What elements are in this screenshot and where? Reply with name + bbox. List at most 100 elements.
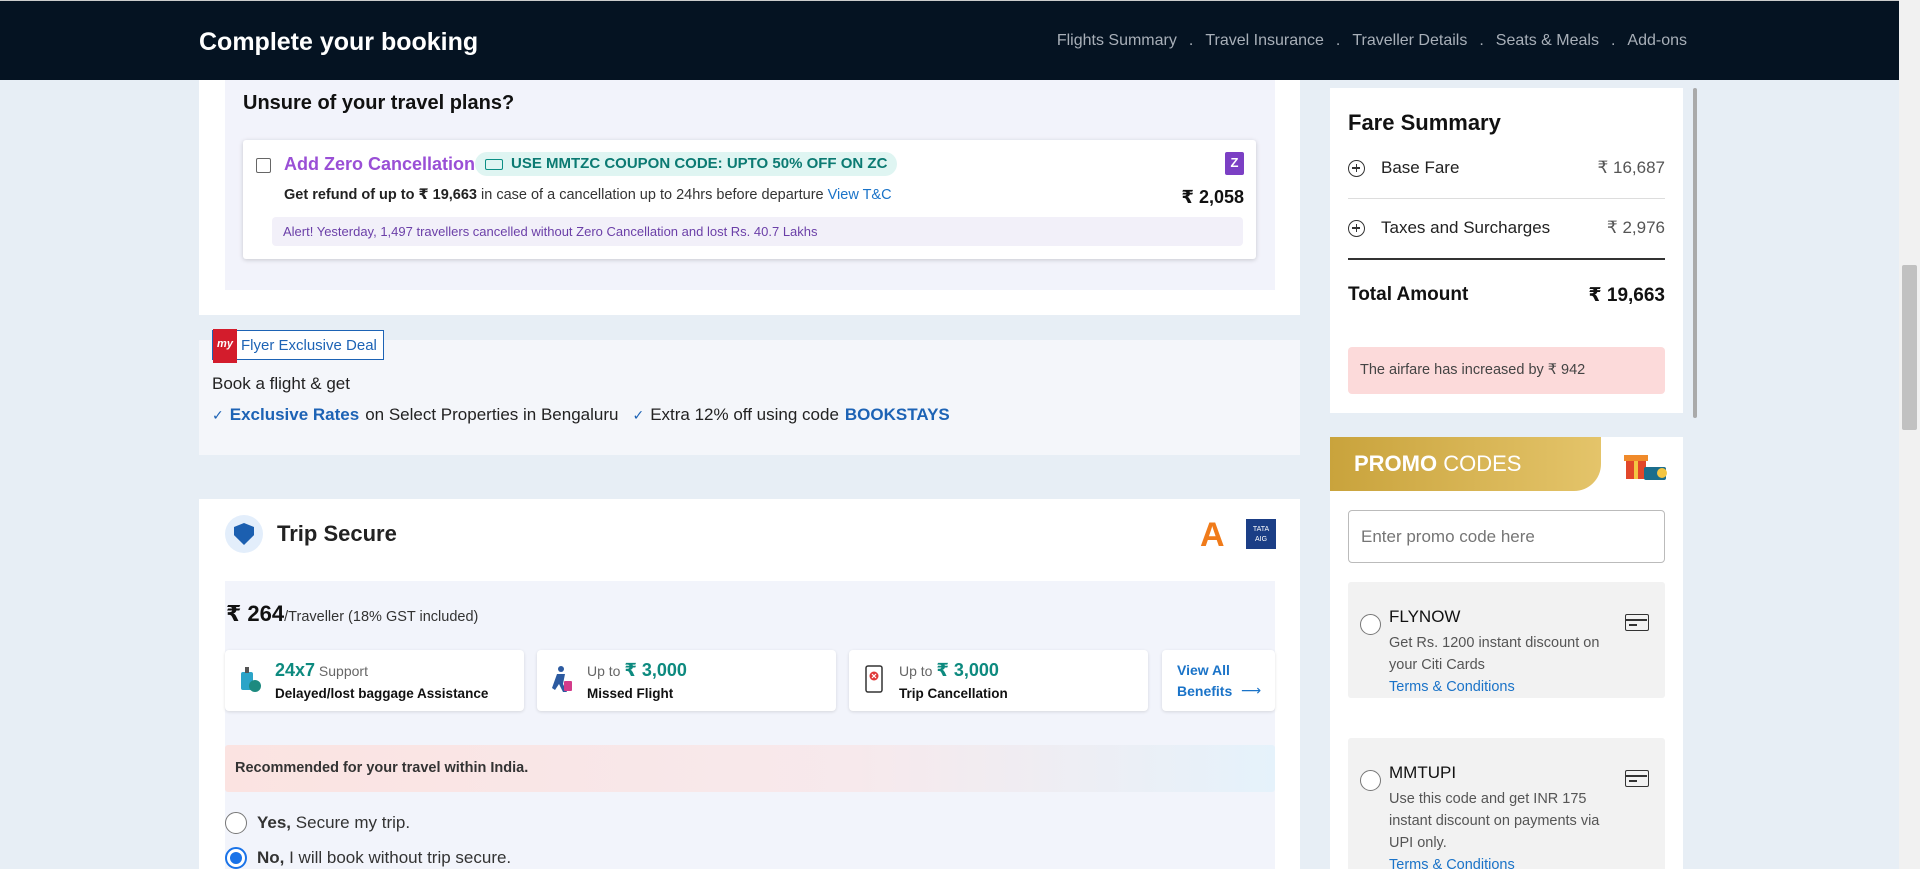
promo-radio[interactable] — [1360, 770, 1381, 791]
view-all-benefits-text: View All Benefits — [1177, 662, 1233, 699]
total-amount: ₹ 19,663 — [1588, 285, 1665, 306]
zc-refund-amount: Get refund of up to ₹ 19,663 — [284, 187, 477, 203]
promo-code-name: MMTUPI — [1389, 763, 1457, 782]
expand-plus-icon[interactable] — [1348, 159, 1365, 177]
trip-secure-no-option[interactable]: No, I will book without trip secure. — [225, 847, 511, 869]
trip-secure-yes-radio[interactable] — [225, 812, 247, 834]
cancelled-ticket-icon — [865, 665, 883, 693]
promo-code-name: FLYNOW — [1389, 607, 1461, 626]
check-icon: ✓ — [632, 406, 645, 423]
trip-secure-yes-option[interactable]: Yes, Secure my trip. — [225, 812, 410, 834]
view-all-benefits-link[interactable]: View All Benefits ⟶ — [1162, 650, 1275, 711]
zc-alert-banner: Alert! Yesterday, 1,497 travellers cance… — [272, 217, 1243, 246]
fare-row-label: Base Fare — [1381, 158, 1460, 177]
trip-secure-no-label: No, I will book without trip secure. — [257, 848, 512, 867]
benefit-value: Up to ₹ 3,000 — [899, 660, 999, 680]
promo-codes-header: PROMO CODES — [1330, 437, 1601, 491]
promo-option-flynow[interactable]: FLYNOW Get Rs. 1200 instant discount on … — [1348, 582, 1665, 698]
fare-increase-notice: The airfare has increased by ₹ 942 — [1348, 347, 1665, 394]
flyer-deal-zigzag-edge — [199, 445, 1300, 465]
zero-cancellation-card[interactable]: Add Zero Cancellation USE MMTZC COUPON C… — [243, 140, 1256, 259]
flyer-deal-item2-text: Extra 12% off using code — [650, 405, 839, 424]
expand-plus-icon[interactable] — [1348, 219, 1365, 237]
trip-secure-yes-label: Yes, Secure my trip. — [257, 813, 411, 832]
benefit-label: Missed Flight — [587, 686, 674, 701]
fare-row-amount: ₹ 16,687 — [1597, 158, 1665, 177]
gift-icon — [1623, 445, 1667, 485]
trip-secure-header: Trip Secure A TATA AIG — [199, 499, 1300, 581]
insurer-logos: A TATA AIG — [1200, 516, 1276, 554]
step-travel-insurance[interactable]: Travel Insurance — [1205, 32, 1324, 50]
flyer-deal-intro: Book a flight & get — [212, 374, 350, 393]
trip-secure-price-amount: ₹ 264 — [226, 601, 285, 626]
promo-radio[interactable] — [1360, 614, 1381, 635]
promo-code-input[interactable] — [1348, 510, 1665, 563]
arrow-right-icon: ⟶ — [1241, 682, 1262, 698]
total-label: Total Amount — [1348, 284, 1469, 305]
acko-logo-icon: A — [1200, 516, 1224, 554]
step-traveller-details[interactable]: Traveller Details — [1352, 32, 1467, 50]
flyer-deal-item1-text: on Select Properties in Bengaluru — [365, 405, 619, 424]
zc-coupon-badge: USE MMTZC COUPON CODE: UPTO 50% OFF ON Z… — [475, 152, 898, 176]
credit-card-icon — [1625, 614, 1649, 631]
zero-cancellation-title[interactable]: Add Zero Cancellation — [284, 154, 475, 175]
benefit-label: Delayed/lost baggage Assistance — [275, 686, 489, 701]
trip-secure-no-radio[interactable] — [225, 847, 247, 869]
page-title: Complete your booking — [199, 28, 479, 56]
header-bar: Complete your booking Flights Summary . … — [0, 0, 1899, 80]
flyer-deal-promo-code: BOOKSTAYS — [844, 405, 950, 424]
zc-refund-condition: in case of a cancellation up to 24hrs be… — [476, 187, 828, 203]
trip-secure-title: Trip Secure — [277, 521, 397, 546]
promo-terms-link[interactable]: Terms & Conditions — [1389, 676, 1619, 698]
fare-row-label: Taxes and Surcharges — [1381, 218, 1551, 237]
booking-steps-nav: Flights Summary . Travel Insurance . Tra… — [1057, 32, 1687, 50]
fare-row-taxes[interactable]: Taxes and Surcharges ₹ 2,976 — [1348, 218, 1665, 238]
step-separator: . — [1188, 32, 1194, 49]
step-separator: . — [1610, 32, 1616, 49]
trip-secure-price-suffix: /Traveller (18% GST included) — [284, 609, 479, 625]
zero-cancellation-checkbox[interactable] — [256, 158, 271, 173]
fare-panel-scrollbar[interactable] — [1693, 88, 1697, 418]
step-seats-meals[interactable]: Seats & Meals — [1496, 32, 1599, 50]
page-scrollbar-thumb[interactable] — [1902, 265, 1917, 430]
promo-codes-card: PROMO CODES FLYNOW Get Rs. 1200 instant … — [1330, 437, 1683, 869]
fare-summary-card: Fare Summary Base Fare ₹ 16,687 Taxes an… — [1330, 88, 1683, 413]
zc-coupon-text: USE MMTZC COUPON CODE: UPTO 50% OFF ON Z… — [511, 155, 888, 172]
step-flights-summary[interactable]: Flights Summary — [1057, 32, 1177, 50]
zero-cancellation-question: Unsure of your travel plans? — [243, 92, 515, 114]
check-icon: ✓ — [212, 406, 224, 423]
mmt-logo-icon: my — [213, 329, 237, 363]
zero-cancellation-logo-icon: Z — [1225, 152, 1244, 175]
benefit-value: 24x7 Support — [275, 660, 368, 680]
promo-code-description: Use this code and get INR 175 instant di… — [1389, 788, 1619, 869]
fare-row-amount: ₹ 2,976 — [1606, 218, 1665, 237]
flyer-deal-exclusive-rates: Exclusive Rates — [229, 405, 360, 424]
benefit-label: Trip Cancellation — [899, 686, 1008, 701]
promo-option-mmtupi[interactable]: MMTUPI Use this code and get INR 175 ins… — [1348, 738, 1665, 869]
running-traveller-icon — [552, 666, 572, 692]
flyer-deal-badge-text: Flyer Exclusive Deal — [241, 336, 377, 354]
promo-terms-link[interactable]: Terms & Conditions — [1389, 854, 1619, 869]
credit-card-icon — [1625, 770, 1649, 787]
trip-secure-price: ₹ 264/Traveller (18% GST included) — [226, 601, 478, 627]
flyer-deal-badge: my Flyer Exclusive Deal — [212, 329, 384, 363]
benefit-card-trip-cancellation: Up to ₹ 3,000 Trip Cancellation — [849, 650, 1148, 711]
shield-icon — [225, 515, 263, 553]
view-tnc-link[interactable]: View T&C — [828, 187, 892, 203]
benefit-card-missed-flight: Up to ₹ 3,000 Missed Flight — [537, 650, 836, 711]
zc-refund-text: Get refund of up to ₹ 19,663 in case of … — [284, 187, 892, 203]
fare-total-row: Total Amount ₹ 19,663 — [1348, 284, 1665, 307]
divider — [1348, 258, 1665, 260]
benefit-value: Up to ₹ 3,000 — [587, 660, 687, 680]
divider — [1348, 198, 1665, 199]
fare-row-base[interactable]: Base Fare ₹ 16,687 — [1348, 158, 1665, 178]
luggage-icon — [241, 667, 261, 692]
tata-aig-logo-icon: TATA AIG — [1246, 519, 1276, 549]
fare-summary-title: Fare Summary — [1348, 110, 1501, 135]
step-separator: . — [1479, 32, 1484, 49]
page-scrollbar[interactable] — [1899, 0, 1920, 869]
step-add-ons[interactable]: Add-ons — [1627, 32, 1687, 50]
promo-code-description: Get Rs. 1200 instant discount on your Ci… — [1389, 632, 1619, 698]
flyer-deal-benefits: ✓ Exclusive Rates on Select Properties i… — [212, 405, 950, 425]
benefit-card-baggage: 24x7 Support Delayed/lost baggage Assist… — [225, 650, 524, 711]
